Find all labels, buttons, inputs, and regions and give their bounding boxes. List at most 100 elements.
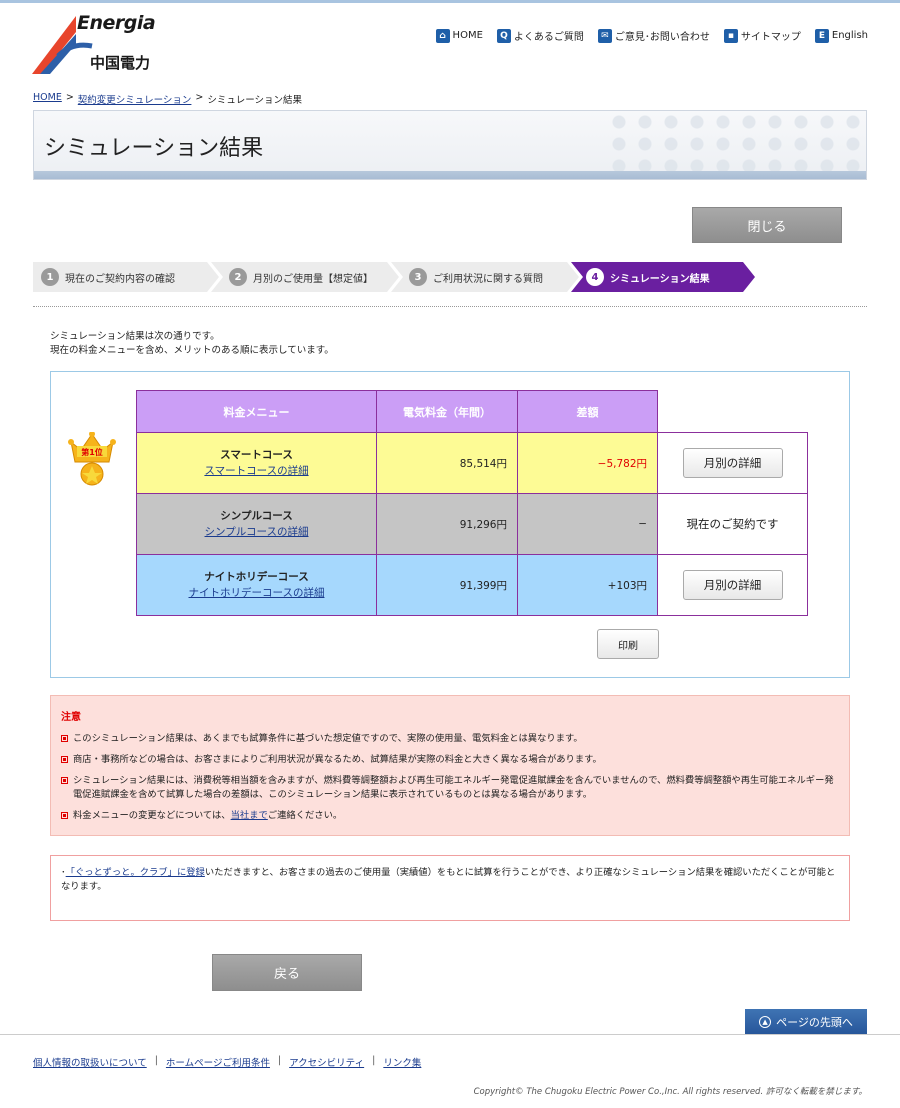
- footer-divider: [0, 1034, 900, 1035]
- notice-item: 料金メニューの変更などについては、当社までご連絡ください。: [61, 809, 839, 823]
- header-nav: ⌂ HOME Q よくあるご質問 ✉ ご意見･お問い合わせ ▪ サイトマップ E English: [435, 28, 868, 43]
- step-label: 月別のご使用量【想定値】: [253, 273, 373, 285]
- notice-text: 商店・事務所などの場合は、お客さまによりご利用状況が異なるため、試算結果が実際の…: [73, 754, 602, 765]
- header-nav-label: サイトマップ: [740, 32, 801, 43]
- breadcrumb-separator: >: [195, 92, 204, 103]
- footer-links: 個人情報の取扱いについて | ホームページご利用条件 | アクセシビリティ | …: [33, 1055, 421, 1069]
- bullet-icon: [61, 735, 68, 742]
- header-nav-label: HOME: [452, 30, 483, 41]
- notice-box: 注意 このシミュレーション結果は、あくまでも試算条件に基づいた想定値ですので、実…: [50, 695, 850, 836]
- copyright: Copyright© The Chugoku Electric Power Co…: [473, 1087, 867, 1097]
- menu-cell: シンプルコース シンプルコースの詳細: [136, 493, 377, 555]
- step-label: 現在のご契約内容の確認: [65, 273, 175, 285]
- results-box: 第1位 料金メニュー 電気料金（年間） 差額 スマートコース スマートコースの詳…: [50, 371, 850, 678]
- header-nav-item[interactable]: ▪ サイトマップ: [723, 28, 801, 43]
- page-title-banner: シミュレーション結果: [33, 110, 867, 180]
- step-number: 3: [409, 268, 427, 286]
- page-top-button[interactable]: ▲ ページの先頭へ: [745, 1009, 867, 1034]
- logo-company-name: 中国電力: [90, 54, 151, 72]
- intro-line: シミュレーション結果は次の通りです。: [50, 331, 220, 342]
- course-detail-link[interactable]: ナイトホリデーコースの詳細: [189, 587, 325, 599]
- bullet-icon: [61, 812, 68, 819]
- step-2: 2 月別のご使用量【想定値】: [229, 262, 373, 292]
- bullet-icon: [61, 756, 68, 763]
- header-nav-item[interactable]: E English: [814, 28, 868, 43]
- header-nav-item[interactable]: Q よくあるご質問: [496, 28, 584, 43]
- fee-difference: +103円: [517, 554, 658, 616]
- club-info-box: ･「ぐっとずっと。クラブ」に登録いただきますと、お客さまの過去のご使用量（実績値…: [50, 855, 850, 921]
- step-number: 4: [586, 268, 604, 286]
- header-nav-item[interactable]: ⌂ HOME: [435, 28, 483, 43]
- breadcrumb-simulation-link[interactable]: 契約変更シミュレーション: [78, 92, 192, 106]
- progress-steps: 1 現在のご契約内容の確認 2 月別のご使用量【想定値】 3 ご利用状況に関する…: [33, 262, 867, 294]
- header-empty: [657, 390, 808, 433]
- print-button[interactable]: 印刷: [597, 629, 659, 659]
- table-row: ナイトホリデーコース ナイトホリデーコースの詳細 91,399円 +103円 月…: [136, 554, 808, 616]
- header-nav-label: ご意見･お問い合わせ: [614, 32, 710, 43]
- rank-crown-icon: 第1位: [68, 432, 116, 486]
- notice-text: 料金メニューの変更などについては、: [73, 810, 231, 821]
- notice-item: このシミュレーション結果は、あくまでも試算条件に基づいた想定値ですので、実際の使…: [61, 732, 839, 746]
- action-cell: 月別の詳細: [657, 432, 808, 494]
- notice-title: 注意: [61, 712, 81, 723]
- notice-text: このシミュレーション結果は、あくまでも試算条件に基づいた想定値ですので、実際の使…: [73, 733, 583, 744]
- faq-icon: Q: [496, 28, 511, 43]
- footer-separator: |: [372, 1055, 376, 1066]
- close-button[interactable]: 閉じる: [692, 207, 842, 243]
- logo-wordmark: Energia: [77, 12, 156, 34]
- notice-list: このシミュレーション結果は、あくまでも試算条件に基づいた想定値ですので、実際の使…: [61, 732, 839, 823]
- course-name: ナイトホリデーコース: [204, 571, 309, 583]
- mail-icon: ✉: [597, 28, 612, 43]
- course-detail-link[interactable]: スマートコースの詳細: [204, 465, 308, 477]
- breadcrumb-current: シミュレーション結果: [207, 95, 303, 106]
- step-1: 1 現在のご契約内容の確認: [41, 262, 175, 292]
- header-nav-item[interactable]: ✉ ご意見･お問い合わせ: [597, 28, 710, 43]
- contact-link[interactable]: 当社まで: [231, 810, 268, 821]
- breadcrumb-separator: >: [65, 92, 74, 103]
- step-3: 3 ご利用状況に関する質問: [409, 262, 543, 292]
- breadcrumb-home-link[interactable]: HOME: [33, 92, 62, 106]
- annual-fee: 85,514円: [376, 432, 518, 494]
- fee-difference: −: [517, 493, 658, 555]
- annual-fee: 91,296円: [376, 493, 518, 555]
- monthly-detail-button[interactable]: 月別の詳細: [682, 448, 783, 478]
- header-menu: 料金メニュー: [136, 390, 377, 433]
- table-header-row: 料金メニュー 電気料金（年間） 差額: [136, 390, 808, 433]
- breadcrumb: HOME > 契約変更シミュレーション > シミュレーション結果: [33, 92, 302, 106]
- step-number: 1: [41, 268, 59, 286]
- footer-link-accessibility[interactable]: アクセシビリティ: [289, 1055, 364, 1069]
- home-icon: ⌂: [435, 28, 450, 43]
- club-register-link[interactable]: 「ぐっとずっと。クラブ」に登録: [66, 867, 205, 878]
- fee-difference: −5,782円: [517, 432, 658, 494]
- intro-line: 現在の料金メニューを含め、メリットのある順に表示しています。: [50, 345, 334, 356]
- footer-separator: |: [277, 1055, 282, 1066]
- menu-cell: ナイトホリデーコース ナイトホリデーコースの詳細: [136, 554, 377, 616]
- page-title: シミュレーション結果: [44, 136, 264, 161]
- step-label: シミュレーション結果: [610, 273, 710, 285]
- top-accent-line: [0, 0, 900, 3]
- step-number: 2: [229, 268, 247, 286]
- notice-text: シミュレーション結果には、消費税等相当額を含みますが、燃料費等調整額および再生可…: [73, 775, 834, 800]
- notice-text: ご連絡ください。: [267, 810, 343, 821]
- notice-item: 商店・事務所などの場合は、お客さまによりご利用状況が異なるため、試算結果が実際の…: [61, 753, 839, 767]
- site-logo[interactable]: Energia 中国電力: [32, 12, 162, 80]
- footer-link-terms[interactable]: ホームページご利用条件: [166, 1055, 270, 1069]
- annual-fee: 91,399円: [376, 554, 518, 616]
- footer-link-links[interactable]: リンク集: [383, 1055, 421, 1069]
- notice-item: シミュレーション結果には、消費税等相当額を含みますが、燃料費等調整額および再生可…: [61, 774, 839, 802]
- course-detail-link[interactable]: シンプルコースの詳細: [205, 526, 309, 538]
- page-top-label: ページの先頭へ: [776, 1015, 853, 1029]
- menu-cell: スマートコース スマートコースの詳細: [136, 432, 377, 494]
- header-nav-label: よくあるご質問: [513, 32, 584, 43]
- rank-badge-text: 第1位: [81, 447, 103, 457]
- table-row: シンプルコース シンプルコースの詳細 91,296円 − 現在のご契約です: [136, 493, 808, 555]
- action-cell: 月別の詳細: [657, 554, 808, 616]
- footer-link-privacy[interactable]: 個人情報の取扱いについて: [33, 1055, 147, 1069]
- banner-decoration: [606, 111, 866, 173]
- header-diff: 差額: [517, 390, 658, 433]
- sitemap-icon: ▪: [723, 28, 738, 43]
- back-button[interactable]: 戻る: [212, 954, 362, 991]
- banner-bottom-bar: [34, 171, 866, 179]
- step-4-current: 4 シミュレーション結果: [586, 262, 710, 292]
- monthly-detail-button[interactable]: 月別の詳細: [682, 570, 783, 600]
